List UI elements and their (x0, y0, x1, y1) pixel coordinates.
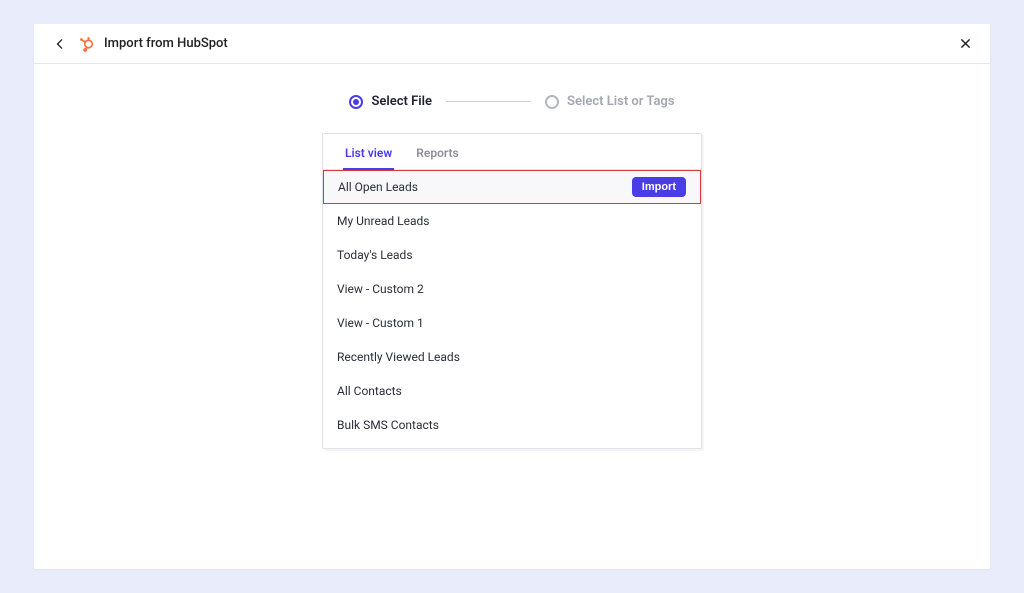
modal-header: Import from HubSpot (34, 24, 990, 64)
step-select-file[interactable]: Select File (349, 94, 432, 109)
list-item-label: All Open Leads (338, 180, 418, 194)
list-item-label: View - Custom 2 (337, 282, 424, 296)
tab-list-view[interactable]: List view (345, 146, 392, 169)
tabs: List view Reports (323, 134, 701, 170)
list-item-label: Recently Viewed Leads (337, 350, 460, 364)
step-label: Select List or Tags (567, 94, 674, 109)
radio-active-icon (349, 95, 363, 109)
modal-dialog: Import from HubSpot Select File Select L… (34, 24, 990, 569)
list-item[interactable]: View - Custom 2 (323, 272, 701, 306)
tab-reports[interactable]: Reports (416, 146, 458, 169)
list-item-label: All Contacts (337, 384, 402, 398)
radio-inactive-icon (545, 95, 559, 109)
step-connector (446, 101, 531, 102)
list-item-label: Bulk SMS Contacts (337, 418, 439, 432)
back-button[interactable] (52, 36, 68, 52)
list-item[interactable]: Today's Leads (323, 238, 701, 272)
close-button[interactable] (958, 37, 972, 51)
chevron-left-icon (55, 39, 65, 49)
list-item[interactable]: All Contacts (323, 374, 701, 408)
close-icon (960, 38, 971, 49)
list-item[interactable]: Bulk SMS Contacts (323, 408, 701, 442)
import-button[interactable]: Import (632, 177, 686, 197)
list-item[interactable]: Recently Viewed Leads (323, 340, 701, 374)
modal-title: Import from HubSpot (104, 36, 228, 51)
list-container[interactable]: All Open Leads Import My Unread Leads To… (323, 170, 701, 448)
list-item[interactable]: View - Custom 1 (323, 306, 701, 340)
list-item-label: My Unread Leads (337, 214, 429, 228)
list-card: List view Reports All Open Leads Import … (322, 133, 702, 449)
list-item[interactable]: My Unread Leads (323, 204, 701, 238)
list-item-label: Today's Leads (337, 248, 413, 262)
hubspot-icon (78, 35, 96, 53)
list-item-label: View - Custom 1 (337, 316, 424, 330)
stepper: Select File Select List or Tags (34, 94, 990, 109)
step-select-list-or-tags[interactable]: Select List or Tags (545, 94, 674, 109)
list-item[interactable] (323, 442, 701, 448)
list-item[interactable]: All Open Leads Import (323, 170, 701, 204)
step-label: Select File (371, 94, 432, 109)
